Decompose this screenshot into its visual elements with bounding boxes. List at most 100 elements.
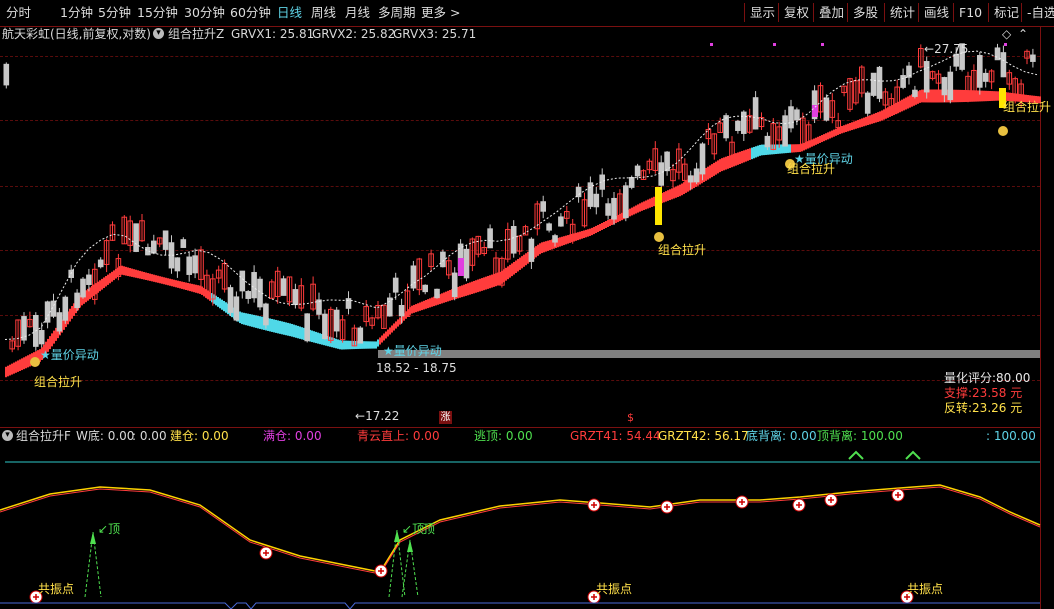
trend-band-segment [715,161,717,175]
candle-body [245,291,251,299]
candle-body [292,289,299,306]
trend-band-segment [525,253,527,266]
trend-band-segment [289,323,291,337]
trend-band-segment [523,254,525,267]
trend-band-segment [871,114,873,124]
trend-band-segment [345,340,347,350]
trend-band-segment [53,330,55,344]
trend-band-segment [373,341,375,349]
trend-band-segment [343,340,345,350]
trend-band-segment [393,323,395,331]
candle-body [451,272,458,298]
trend-band-segment [595,225,597,234]
grzt42-line [0,484,1041,573]
trend-band-segment [991,91,993,101]
trend-band-segment [163,277,165,285]
top-signal-head [90,532,96,544]
trend-band-segment [673,187,675,199]
trend-band-segment [15,361,17,373]
trend-band-segment [471,281,473,295]
trend-band-segment [861,118,863,127]
trend-band-segment [167,278,169,286]
candle-body [623,185,629,219]
trend-band-segment [365,341,367,349]
trend-band-segment [111,271,113,282]
trend-band-segment [609,218,611,227]
trend-band-segment [427,299,429,309]
candle-body [752,97,759,130]
trend-band-segment [177,280,179,288]
trend-band-segment [181,281,183,289]
trend-band-segment [755,146,757,158]
trend-band-segment [663,192,665,203]
kline-chart[interactable] [0,0,1054,609]
trend-band-segment [313,331,315,343]
trend-band-segment [389,327,391,335]
trend-band-segment [743,150,745,163]
trend-band-segment [749,148,751,160]
trend-band-segment [639,203,641,212]
trend-band-segment [577,232,579,241]
trend-band-segment [669,189,671,201]
trend-band-segment [219,298,221,309]
trend-band-segment [963,89,965,103]
candle-body [80,278,86,298]
top-signal-label: 顶 [423,522,436,536]
trend-band-segment [319,333,321,345]
trend-band-segment [423,300,425,310]
trend-band-segment [541,242,543,254]
trend-band-segment [101,278,103,290]
trend-band-segment [841,125,843,134]
marker-dot [1004,43,1007,46]
trend-band-segment [247,313,249,326]
trend-band-segment [489,275,491,289]
trend-band-segment [255,315,257,328]
trend-band-segment [293,324,295,338]
trend-band-segment [957,89,959,103]
candle-body [788,106,794,129]
trend-band-segment [9,364,11,376]
candle-body [192,255,198,274]
trend-band-segment [589,228,591,236]
trend-band-segment [291,323,293,337]
trend-band-segment [123,266,125,276]
trend-band-segment [707,166,709,180]
trend-band-segment [853,121,855,130]
trend-band-segment [479,278,481,292]
money-bag-icon [998,126,1008,136]
trend-band-segment [417,303,419,312]
candle-body [186,256,192,275]
trend-band-segment [225,302,227,313]
candle-body [876,66,883,99]
trend-band-segment [179,281,181,289]
trend-band-segment [601,222,603,231]
trend-band-segment [463,284,465,297]
trend-band-segment [315,331,317,344]
trend-band-segment [429,298,431,308]
trend-band-segment [521,256,523,269]
candle-body [398,304,405,317]
trend-band-segment [537,244,539,256]
trend-band-segment [519,257,521,270]
resonance-label: 共振点 [907,582,944,596]
trend-band-segment [981,90,983,102]
trend-band-segment [173,279,175,287]
trend-band-segment [717,160,719,174]
trend-band-segment [17,360,19,372]
candle-body [86,274,92,285]
trend-band-segment [823,134,825,142]
trend-band-segment [727,155,729,169]
vol-price-signal: ★量价异动 [40,348,99,362]
trend-band-segment [517,259,519,272]
trend-band-segment [421,301,423,311]
trend-band-segment [559,237,561,247]
trend-band-segment [467,283,469,296]
trend-band-segment [649,198,651,208]
high-price-label: ←27.75 [924,42,969,56]
candle-body [941,77,948,96]
candle-body [387,297,393,317]
trend-band-segment [651,197,653,207]
trend-band-segment [145,272,147,280]
resonance-label: 共振点 [38,582,75,596]
price-range-label: 18.52 - 18.75 [376,361,457,375]
